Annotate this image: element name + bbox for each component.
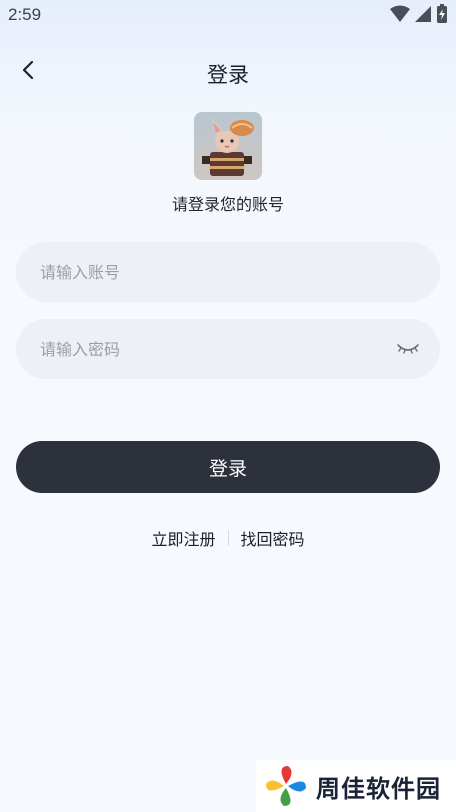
- cat-avatar-image: [194, 112, 262, 180]
- battery-charging-icon: [436, 4, 448, 28]
- register-link[interactable]: 立即注册: [151, 526, 215, 550]
- watermark-text: 周佳软件园: [316, 774, 441, 803]
- pinwheel-logo-icon: [266, 766, 306, 806]
- watermark: 周佳软件园: [256, 760, 456, 812]
- login-button[interactable]: 登录: [16, 441, 440, 493]
- nav-header: 登录: [0, 52, 456, 92]
- login-subtitle: 请登录您的账号: [171, 195, 284, 214]
- eye-closed-icon[interactable]: [396, 339, 420, 359]
- password-field: [16, 319, 440, 379]
- auth-links: 立即注册 找回密码: [0, 526, 456, 550]
- status-time: 2:59: [8, 5, 42, 24]
- account-field: [16, 242, 440, 302]
- account-input[interactable]: [40, 242, 380, 302]
- password-input[interactable]: [40, 319, 380, 379]
- links-divider: [227, 530, 229, 546]
- wifi-icon: [390, 5, 410, 27]
- recover-password-link[interactable]: 找回密码: [241, 526, 305, 550]
- status-bar: 2:59: [0, 0, 456, 32]
- page-title: 登录: [207, 63, 249, 87]
- signal-icon: [414, 5, 432, 27]
- avatar: [194, 112, 262, 180]
- status-icons: [390, 4, 448, 28]
